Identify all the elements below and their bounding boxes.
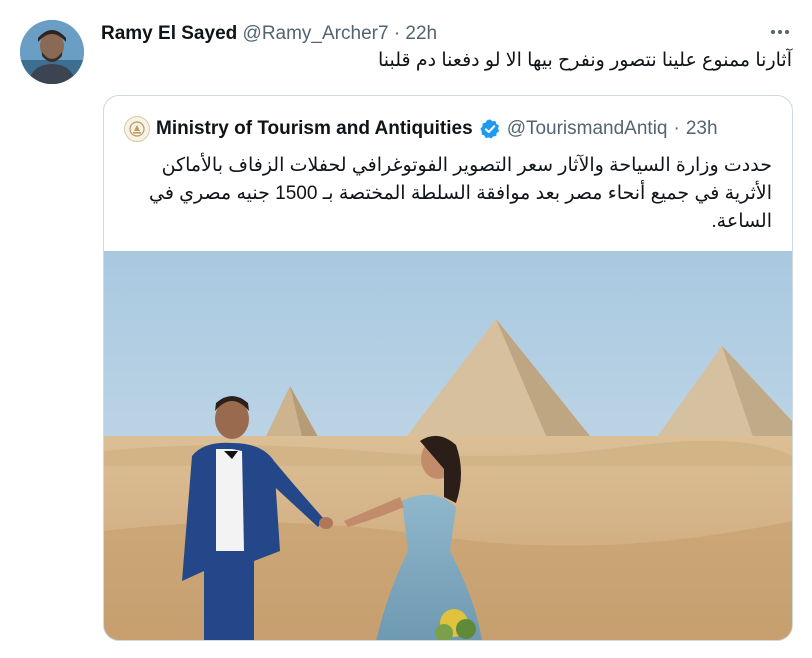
quoted-author-display-name[interactable]: Ministry of Tourism and Antiquities (156, 117, 473, 141)
more-dot (771, 30, 775, 34)
ministry-logo-icon (129, 121, 145, 137)
tweet-text: آثارنا ممنوع علينا نتصور ونفرح بيها الا … (377, 50, 792, 71)
meta-separator: · (393, 23, 401, 44)
more-dot (778, 30, 782, 34)
wedding-photo-pyramids (104, 251, 792, 640)
quoted-tweet-timestamp[interactable]: 23h (686, 117, 718, 141)
quoted-tweet-image[interactable] (104, 251, 792, 640)
more-dot (785, 30, 789, 34)
quoted-tweet-text: حددت وزارة السياحة والآثار سعر التصوير ا… (148, 155, 772, 232)
author-display-name[interactable]: Ramy El Sayed (101, 23, 237, 44)
quoted-tweet-header: Ministry of Tourism and Antiquities @Tou… (124, 116, 772, 142)
user-avatar[interactable] (20, 20, 84, 84)
verified-badge-icon (480, 119, 499, 139)
tweet-header: Ramy El Sayed @Ramy_Archer7 · 22h (101, 22, 752, 46)
author-handle[interactable]: @Ramy_Archer7 (243, 23, 389, 44)
quoted-meta-separator: · (673, 118, 680, 139)
avatar-photo (20, 20, 84, 84)
quoted-author-handle[interactable]: @TourismandAntiq (507, 117, 668, 141)
more-icon[interactable] (766, 18, 794, 46)
quoted-tweet-card[interactable]: Ministry of Tourism and Antiquities @Tou… (103, 95, 793, 641)
ministry-avatar[interactable] (124, 116, 150, 142)
tweet-timestamp[interactable]: 22h (405, 23, 437, 44)
